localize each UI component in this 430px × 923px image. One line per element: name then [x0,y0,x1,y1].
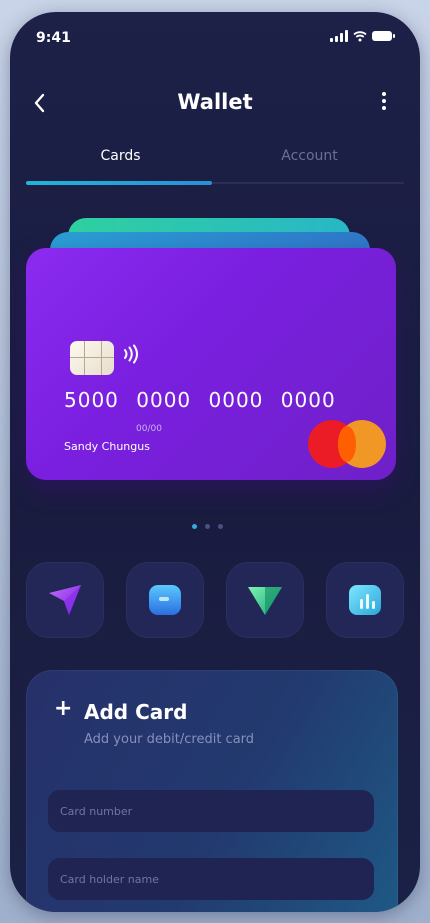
more-dot [382,99,386,103]
card-holder-input[interactable] [48,858,374,900]
receive-icon [248,587,282,615]
more-options-button[interactable] [382,92,386,110]
stats-action-button[interactable] [326,562,404,638]
tab-account[interactable]: Account [215,148,404,164]
status-icons [330,30,395,42]
send-action-button[interactable] [26,562,104,638]
phone-screen: 9:41 Wallet Cards Account 5000 0000 0000… [10,12,420,912]
wifi-icon [353,31,367,42]
status-time: 9:41 [36,30,71,46]
payment-card[interactable]: 5000 0000 0000 0000 00/00 Sandy Chungus [26,248,396,480]
plus-icon[interactable]: + [54,696,72,721]
battery-icon [372,31,395,41]
more-dot [382,92,386,96]
contactless-icon [122,344,140,369]
send-icon [49,585,81,615]
signal-icon [330,30,348,42]
card-valid-thru: 00/00 [136,424,162,434]
pagination-dot[interactable] [218,524,223,529]
tab-active-indicator [26,181,212,185]
pagination-dot[interactable] [192,524,197,529]
receive-action-button[interactable] [226,562,304,638]
mastercard-overlap [338,426,356,462]
pagination-dot[interactable] [205,524,210,529]
add-card-title: Add Card [84,700,188,724]
more-dot [382,106,386,110]
tab-bar: Cards Account [26,148,404,188]
card-holder-name: Sandy Chungus [64,440,150,453]
card-pagination [192,524,223,529]
device-background: 9:41 Wallet Cards Account 5000 0000 0000… [0,0,430,923]
add-card-panel: + Add Card Add your debit/credit card [26,670,398,912]
wallet-icon [149,585,181,615]
mastercard-logo [308,420,394,470]
wallet-action-button[interactable] [126,562,204,638]
page-title: Wallet [177,90,253,114]
card-number: 5000 0000 0000 0000 [64,388,336,412]
quick-actions [26,562,406,642]
chip-icon [70,341,114,375]
tab-cards[interactable]: Cards [26,148,215,164]
chart-icon [349,585,381,615]
contactless-waves [124,344,138,364]
add-card-subtitle: Add your debit/credit card [84,732,255,747]
card-number-input[interactable] [48,790,374,832]
